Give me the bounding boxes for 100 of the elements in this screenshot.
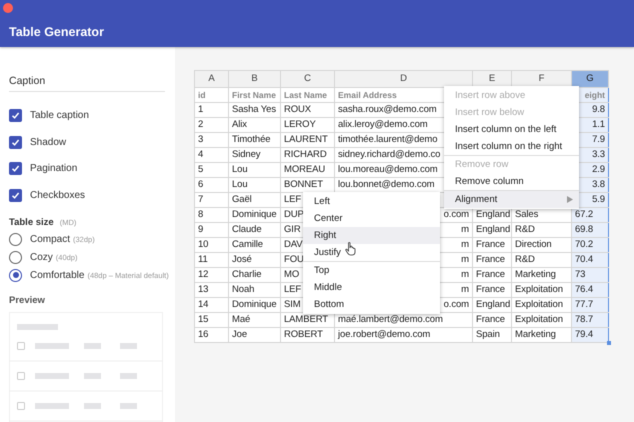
table-cell: 3 [198,134,204,145]
header-cell: Last Name [284,90,327,100]
column-header[interactable]: E [472,70,512,88]
menu-item[interactable]: Top [303,262,440,279]
table-cell: England [476,299,510,310]
table-cell: 1.1 [592,119,605,130]
table-cell: 78.7 [575,314,594,325]
table-cell: José [232,254,252,265]
submenu-arrow-icon [567,196,573,203]
menu-item[interactable]: Insert column on the right [444,138,579,155]
table-cell: m [461,224,469,235]
checkbox[interactable] [9,108,22,122]
table-cell: Maé [232,314,250,325]
table-cell: SIM [284,299,301,310]
menu-item[interactable]: Justify [303,244,440,261]
table-cell: Exploitation [515,299,563,310]
menu-item[interactable]: Alignment [444,191,579,208]
table-cell: Marketing [515,329,556,340]
radio-button[interactable] [9,250,22,264]
menu-item[interactable]: Remove column [444,173,579,190]
table-cell: MO [284,269,300,280]
section-label: Preview [9,295,46,306]
table-cell: GIR [284,224,301,235]
table-cell: LEF [284,194,302,205]
table-cell: Claude [232,224,262,235]
radio-button[interactable] [9,268,22,282]
table-cell: Dominique [232,209,277,220]
table-cell: Joe [232,329,248,340]
table-cell: LEROY [284,119,316,130]
table-cell: R&D [515,224,535,235]
table-cell: France [476,284,505,295]
table-cell: 70.2 [575,239,594,250]
table-cell: FOU [284,254,304,265]
menu-item[interactable]: Center [303,210,440,227]
checkbox[interactable] [9,188,22,202]
app-title: Table Generator [9,25,104,39]
table-cell: 1 [198,104,204,115]
table-cell: Exploitation [515,314,563,325]
table-cell: Sales [515,209,538,220]
radio-label: Comfortable [30,270,84,281]
checkbox[interactable] [9,136,22,149]
table-cell: MOREAU [284,164,326,175]
checkbox-label: Table caption [30,110,89,121]
table-cell: 12 [198,269,208,280]
menu-item[interactable]: Bottom [303,296,440,313]
table-cell: sidney.richard@demo.co [338,149,440,160]
table-cell: England [476,224,510,235]
table-cell: 16 [198,329,208,340]
menu-item[interactable]: Right [303,227,440,244]
column-header[interactable]: A [194,70,228,88]
checkbox-label: Checkboxes [30,190,86,201]
menu-item[interactable]: Insert column on the left [444,121,579,138]
table-cell: m [461,284,469,295]
column-header[interactable]: B [228,70,280,88]
table-cell: lou.moreau@demo.com [338,164,438,175]
menu-item[interactable]: Middle [303,279,440,296]
column-header[interactable]: F [512,70,572,88]
table-cell: LAMBERT [284,314,328,325]
table-cell: Gaël [232,194,252,205]
menu-item[interactable]: Left [303,193,440,210]
table-cell: 5 [198,164,204,175]
column-header[interactable]: G [572,70,608,88]
table-cell: LAURENT [284,134,328,145]
table-cell: 76.4 [575,284,594,295]
table-cell: France [476,254,505,265]
column-header[interactable]: D [334,70,472,88]
table-cell: France [476,239,505,250]
table-cell: 4 [198,149,204,160]
table-cell: 14 [198,299,208,310]
radio-label: Compact [30,234,70,246]
table-cell: 77.7 [575,299,594,310]
table-cell: 13 [198,284,208,295]
table-cell: Dominique [232,299,277,310]
table-cell: RICHARD [284,149,327,160]
table-cell: Sidney [232,149,260,160]
table-cell: R&D [515,254,535,265]
radio-button[interactable] [9,233,22,246]
table-cell: Camille [232,239,263,250]
table-cell: 2.9 [592,164,605,175]
table-cell: 10 [198,239,208,250]
table-cell: Noah [232,284,254,295]
table-cell: m [461,269,469,280]
table-cell: 11 [198,254,208,265]
table-cell: 69.8 [575,224,594,235]
table-cell: o.com [444,209,469,220]
header-cell: First Name [232,90,276,100]
hand-cursor-icon [345,242,357,256]
column-header[interactable]: C [280,70,334,88]
selection-handle[interactable] [607,341,611,345]
table-cell: m [461,239,469,250]
caption-field[interactable]: Caption [9,75,165,92]
table-cell: 2 [198,119,204,130]
table-cell: Direction [515,239,552,250]
table-cell: 6 [198,179,204,190]
header-cell: Email Address [338,90,397,100]
table-cell: 73 [575,269,586,280]
checkbox[interactable] [9,162,22,176]
checkmark-icon [11,190,20,200]
table-cell: joe.robert@demo.com [338,329,430,340]
checkmark-icon [11,164,20,174]
